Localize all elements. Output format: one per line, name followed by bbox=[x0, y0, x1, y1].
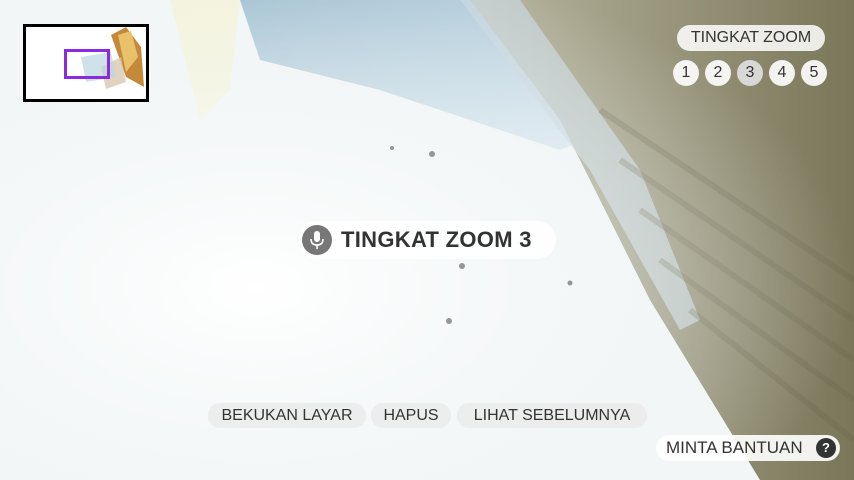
help-label: MINTA BANTUAN bbox=[666, 438, 803, 457]
clear-command[interactable]: HAPUS bbox=[371, 403, 451, 428]
zoom-level-selector: 1 2 3 4 5 bbox=[673, 60, 827, 86]
zoom-level-4[interactable]: 4 bbox=[769, 60, 795, 86]
question-mark-icon: ? bbox=[816, 438, 836, 458]
minimap-viewport-indicator bbox=[64, 49, 110, 79]
freeze-screen-command[interactable]: BEKUKAN LAYAR bbox=[208, 403, 366, 428]
view-previous-command[interactable]: LIHAT SEBELUMNYA bbox=[457, 403, 647, 428]
help-button[interactable]: MINTA BANTUAN ? bbox=[656, 435, 840, 461]
voice-command-feedback: TINGKAT ZOOM 3 bbox=[298, 221, 556, 259]
zoom-level-title: TINGKAT ZOOM bbox=[677, 25, 825, 51]
zoom-level-5[interactable]: 5 bbox=[801, 60, 827, 86]
microphone-icon bbox=[302, 225, 332, 255]
minimap bbox=[23, 24, 149, 102]
zoom-level-1[interactable]: 1 bbox=[673, 60, 699, 86]
zoom-level-3[interactable]: 3 bbox=[737, 60, 763, 86]
zoom-level-2[interactable]: 2 bbox=[705, 60, 731, 86]
voice-feedback-text: TINGKAT ZOOM 3 bbox=[341, 227, 532, 252]
